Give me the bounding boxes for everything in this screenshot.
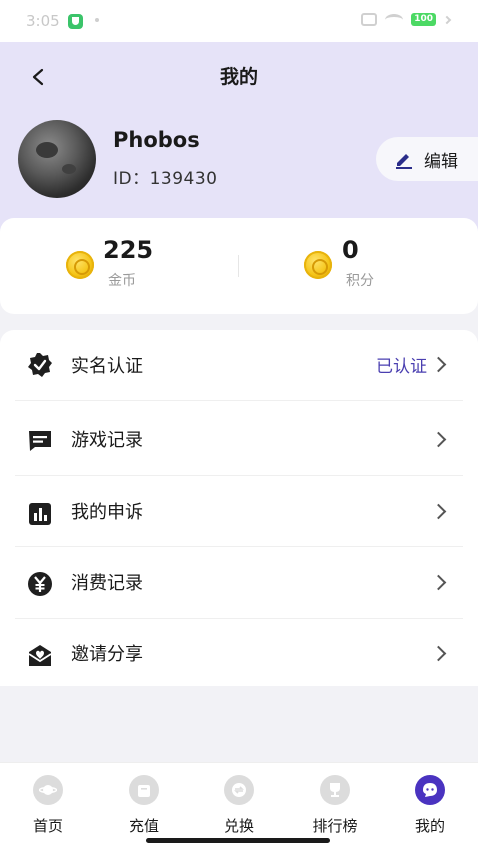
status-time: 3:05 xyxy=(26,12,60,30)
pencil-icon xyxy=(396,154,412,169)
edit-profile-button[interactable]: 编辑 xyxy=(376,137,478,181)
share-envelope-icon xyxy=(28,645,52,666)
chat-face-icon xyxy=(415,775,445,805)
message-square-icon xyxy=(29,431,51,451)
tab-label: 兑换 xyxy=(223,817,254,835)
dot-icon xyxy=(95,18,99,22)
avatar[interactable] xyxy=(18,120,96,198)
planet-icon xyxy=(33,775,63,805)
menu-item-real-name-verification[interactable]: 实名认证 已认证 xyxy=(0,330,478,401)
trophy-icon xyxy=(320,775,350,805)
chevron-right-icon xyxy=(430,503,447,520)
page-title: 我的 xyxy=(219,66,258,88)
menu-item-game-records[interactable]: 游戏记录 xyxy=(0,405,478,476)
user-id: ID：139430 xyxy=(113,169,218,189)
chevron-right-icon xyxy=(442,15,452,24)
exchange-icon xyxy=(224,775,254,805)
chevron-right-icon xyxy=(430,574,447,591)
menu-label: 游戏记录 xyxy=(71,430,143,451)
bag-icon xyxy=(129,775,159,805)
menu-item-spending-records[interactable]: 消费记录 xyxy=(0,548,478,619)
chevron-right-icon xyxy=(430,645,447,662)
gold-label: 金币 xyxy=(108,273,136,289)
shield-icon xyxy=(68,14,83,29)
menu-item-invite-share[interactable]: 邀请分享 xyxy=(0,619,478,690)
tab-exchange[interactable]: 兑换 xyxy=(209,769,269,839)
menu-card: 实名认证 已认证 游戏记录 我的申诉 消费记录 邀请分享 xyxy=(0,330,478,686)
tab-label: 首页 xyxy=(32,817,63,835)
points-value: 0 xyxy=(342,236,359,264)
status-icons: 100 xyxy=(361,13,452,26)
verified-badge-icon xyxy=(28,353,52,377)
stats-divider xyxy=(238,255,239,277)
tab-home[interactable]: 首页 xyxy=(18,769,78,839)
menu-label: 我的申诉 xyxy=(71,502,143,523)
tab-leaderboard[interactable]: 排行榜 xyxy=(305,769,365,839)
home-indicator xyxy=(146,838,330,843)
points-coin-icon xyxy=(304,251,332,279)
edit-label: 编辑 xyxy=(424,151,458,172)
divider xyxy=(15,400,463,401)
points-label: 积分 xyxy=(346,273,374,289)
username: Phobos xyxy=(113,128,200,152)
chevron-right-icon xyxy=(430,431,447,448)
menu-label: 邀请分享 xyxy=(71,644,143,665)
tab-label: 充值 xyxy=(128,817,159,835)
gold-value: 225 xyxy=(103,236,154,264)
menu-label: 消费记录 xyxy=(71,573,143,594)
divider xyxy=(15,475,463,476)
tab-label: 排行榜 xyxy=(312,817,358,835)
battery-icon: 100 xyxy=(411,13,436,26)
bar-chart-icon xyxy=(29,503,51,525)
tab-bar: 首页 充值 兑换 排行榜 我的 xyxy=(0,762,478,850)
divider xyxy=(15,546,463,547)
menu-item-my-appeals[interactable]: 我的申诉 xyxy=(0,477,478,548)
tab-label: 我的 xyxy=(414,817,445,835)
status-bar: 3:05 100 xyxy=(0,0,478,42)
verified-status: 已认证 xyxy=(376,357,427,377)
gold-coin-icon xyxy=(66,251,94,279)
tab-recharge[interactable]: 充值 xyxy=(114,769,174,839)
tab-mine[interactable]: 我的 xyxy=(400,769,460,839)
menu-label: 实名认证 xyxy=(71,356,143,377)
wifi-icon xyxy=(385,13,404,26)
sim-icon xyxy=(361,13,378,26)
yen-circle-icon xyxy=(28,572,52,596)
chevron-right-icon xyxy=(430,356,447,373)
